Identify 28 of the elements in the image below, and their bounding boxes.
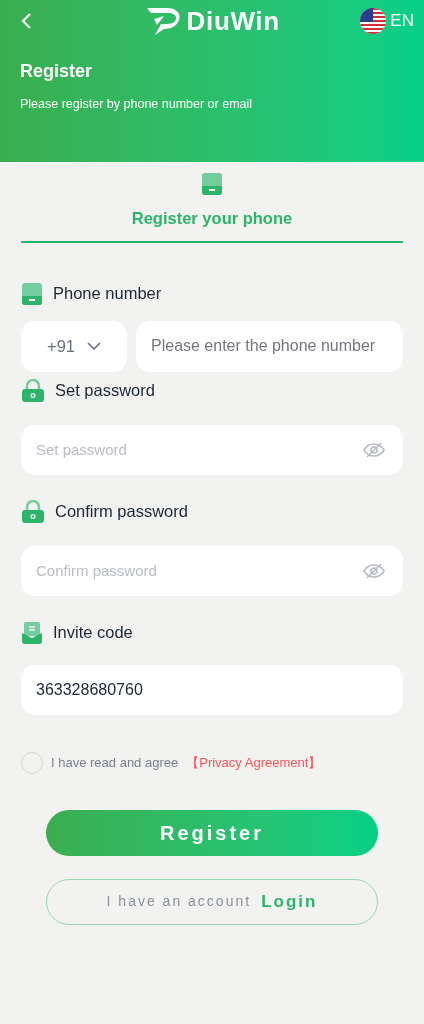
register-button[interactable]: Register	[46, 809, 378, 856]
page-title: Register	[20, 60, 94, 83]
phone-number-input[interactable]: Please enter the phone number	[136, 320, 403, 372]
password-input[interactable]: Set password	[21, 424, 403, 475]
lock-icon	[21, 378, 45, 403]
invite-code-input[interactable]: 363328680760	[21, 664, 403, 715]
password-input[interactable]: Confirm password	[21, 545, 403, 596]
eye-off-icon[interactable]	[363, 561, 385, 580]
page-subtitle: Please register by phone number or email	[20, 96, 254, 113]
privacy-agreement-link[interactable]: 【Privacy Agreement】	[186, 753, 322, 773]
country-code-dropdown[interactable]: +91	[21, 320, 127, 372]
field-label: Set password	[55, 380, 155, 402]
field-label: Confirm password	[55, 501, 188, 523]
language-selector[interactable]: EN	[360, 8, 414, 34]
register-tab[interactable]: Register your phone	[21, 162, 403, 243]
chevron-down-icon	[87, 342, 101, 351]
lock-icon	[21, 499, 45, 524]
logo-text: DiuWin	[186, 4, 280, 38]
agreement-text: I have read and agree	[51, 754, 179, 772]
flag-icon	[360, 8, 387, 34]
field-label: Invite code	[53, 622, 133, 644]
logo-icon	[144, 6, 181, 36]
back-icon[interactable]	[20, 12, 32, 30]
field-label: Phone number	[53, 283, 162, 305]
phone-icon	[201, 172, 223, 196]
envelope-icon	[21, 620, 43, 645]
eye-off-icon[interactable]	[363, 440, 385, 459]
phone-icon	[21, 281, 43, 306]
